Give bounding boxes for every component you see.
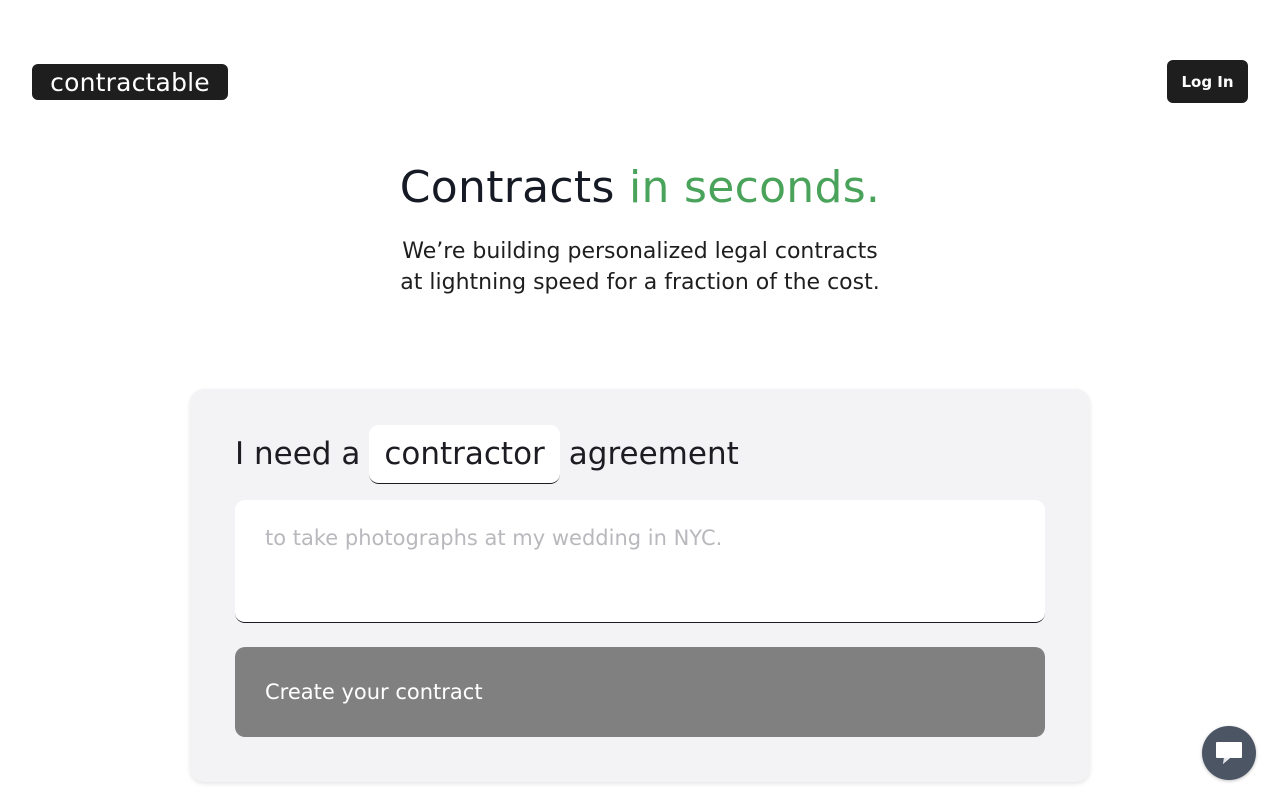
agreement-type-select[interactable]: contractor [369,424,560,484]
agreement-type-sentence: I need a contractor agreement [235,424,739,484]
logo-text: contractable [50,67,210,97]
brand-logo[interactable]: contractable [32,64,228,100]
hero-subtitle: We’re building personalized legal contra… [0,236,1280,298]
contract-form-card: I need a contractor agreement Create you… [190,389,1090,782]
contract-description-input[interactable] [235,500,1045,623]
hero-title-main: Contracts [399,162,615,213]
create-contract-button[interactable]: Create your contract [235,647,1045,737]
login-button[interactable]: Log In [1167,60,1248,103]
sentence-prefix: I need a [235,436,361,472]
chat-launcher-button[interactable] [1202,726,1256,780]
chat-bubble-icon [1216,742,1242,764]
hero-subtitle-line-2: at lightning speed for a fraction of the… [400,270,880,295]
sentence-suffix: agreement [568,436,739,472]
hero-subtitle-line-1: We’re building personalized legal contra… [402,239,878,264]
page: contractable Log In Contracts in seconds… [0,0,1280,800]
hero-title-accent: in seconds. [628,162,881,213]
hero-title: Contracts in seconds. [0,160,1280,216]
